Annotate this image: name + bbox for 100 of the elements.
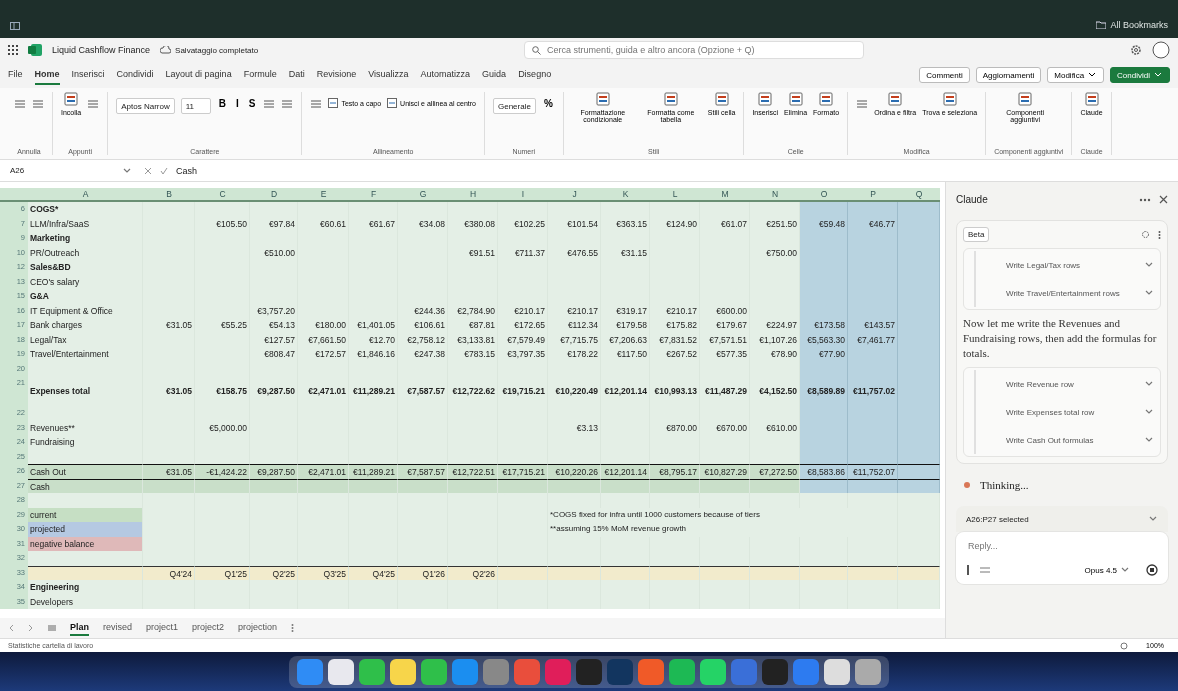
table-cell[interactable]: €19,715.21 xyxy=(498,376,548,406)
table-cell[interactable]: €31.05 xyxy=(143,318,195,334)
column-header[interactable]: E xyxy=(298,188,349,202)
column-header[interactable]: O xyxy=(800,188,848,202)
table-cell[interactable]: €12,201.14 xyxy=(601,464,650,480)
column-header[interactable]: D xyxy=(250,188,298,202)
app-icon[interactable] xyxy=(824,658,850,685)
app-icon[interactable] xyxy=(700,658,726,685)
format-button[interactable]: I xyxy=(233,98,241,109)
settings-icon[interactable] xyxy=(1130,44,1142,56)
column-header[interactable]: M xyxy=(700,188,750,202)
table-cell[interactable]: COGS* xyxy=(28,202,143,218)
column-header[interactable]: J xyxy=(548,188,601,202)
lines-icon[interactable] xyxy=(281,98,294,110)
check-icon[interactable] xyxy=(160,166,168,175)
menu-tab[interactable]: Home xyxy=(34,65,60,85)
table-cell[interactable]: €7,587.57 xyxy=(398,376,448,406)
column-header[interactable]: G xyxy=(398,188,448,202)
table-cell[interactable]: Travel/Entertainment xyxy=(28,347,143,363)
sheet-tab[interactable]: projection xyxy=(238,620,278,636)
table-cell[interactable]: €8,795.17 xyxy=(650,464,700,480)
column-header[interactable]: K xyxy=(601,188,650,202)
table-cell[interactable]: projected xyxy=(28,522,143,537)
table-cell[interactable]: €158.75 xyxy=(195,376,250,406)
lines-icon[interactable] xyxy=(310,98,323,110)
name-box[interactable]: A26 xyxy=(6,162,136,179)
more-icon[interactable] xyxy=(291,623,295,633)
sheet-tab[interactable]: Plan xyxy=(70,620,89,636)
menu-tab[interactable]: Guida xyxy=(482,65,507,85)
menu-tab[interactable]: File xyxy=(8,65,23,85)
table-cell[interactable]: €55.25 xyxy=(195,318,250,334)
table-cell[interactable]: €179.67 xyxy=(700,318,750,334)
table-cell[interactable]: €11,752.07 xyxy=(848,464,898,480)
sheet-tab[interactable]: project1 xyxy=(146,620,179,636)
column-header[interactable]: P xyxy=(848,188,898,202)
table-cell[interactable]: Fundraising xyxy=(28,435,143,450)
formula-value[interactable]: Cash xyxy=(176,165,197,176)
app-icon[interactable] xyxy=(359,658,385,685)
menu-tab[interactable]: Revisione xyxy=(316,65,357,85)
model-dropdown[interactable]: Opus 4.5 xyxy=(1078,564,1136,576)
table-cell[interactable]: €4,152.50 xyxy=(750,376,800,406)
toolbar-button[interactable]: Commenti xyxy=(919,67,970,83)
table-cell[interactable]: -€1,424.22 xyxy=(195,464,250,480)
table-cell[interactable]: €9,287.50 xyxy=(250,464,298,480)
cancel-icon[interactable] xyxy=(144,166,152,175)
table-cell[interactable]: €9,287.50 xyxy=(250,376,298,406)
column-header[interactable]: A xyxy=(28,188,143,202)
table-cell[interactable]: €112.34 xyxy=(548,318,601,334)
table-cell[interactable]: €2,471.01 xyxy=(298,464,349,480)
column-header[interactable]: L xyxy=(650,188,700,202)
sheet-tab[interactable]: revised xyxy=(103,620,133,636)
table-cell[interactable]: €17,715.21 xyxy=(498,464,548,480)
table-cell[interactable]: G&A xyxy=(28,289,143,305)
sheet-tab[interactable]: project2 xyxy=(192,620,225,636)
table-cell[interactable]: Cash Out xyxy=(28,464,143,480)
table-cell[interactable]: €78.90 xyxy=(750,347,800,363)
table-cell[interactable]: €2,471.01 xyxy=(298,376,349,406)
menu-tab[interactable]: Layout di pagina xyxy=(165,65,232,85)
app-icon[interactable] xyxy=(669,658,695,685)
table-cell[interactable]: €173.58 xyxy=(800,318,848,334)
table-cell[interactable]: €87.81 xyxy=(448,318,498,334)
table-cell[interactable] xyxy=(898,464,940,480)
reply-field[interactable]: Reply... Opus 4.5 xyxy=(956,532,1168,584)
table-cell[interactable]: €31.05 xyxy=(143,376,195,406)
table-cell[interactable]: €11,757.02 xyxy=(848,376,898,406)
table-cell[interactable]: €577.35 xyxy=(700,347,750,363)
menu-tab[interactable]: Formule xyxy=(243,65,277,85)
more-icon[interactable] xyxy=(1158,229,1161,240)
column-header[interactable]: B xyxy=(143,188,195,202)
format-button[interactable]: B xyxy=(216,98,228,109)
table-cell[interactable]: €267.52 xyxy=(650,347,700,363)
step-item[interactable]: Write Legal/Tax rows xyxy=(974,251,1154,279)
table-cell[interactable]: €172.57 xyxy=(298,347,349,363)
table-cell[interactable]: €11,487.29 xyxy=(700,376,750,406)
table-cell[interactable]: €106.61 xyxy=(398,318,448,334)
table-cell[interactable]: €1,401.05 xyxy=(349,318,398,334)
sidebar-icon[interactable] xyxy=(10,22,20,30)
table-cell[interactable]: €175.82 xyxy=(650,318,700,334)
table-cell[interactable]: €12,722.51 xyxy=(448,464,498,480)
table-cell[interactable]: €179.58 xyxy=(601,318,650,334)
lines-icon[interactable] xyxy=(856,98,869,110)
format-button[interactable]: % xyxy=(541,98,555,109)
selection-bar[interactable]: A26:P27 selected xyxy=(956,506,1168,532)
table-cell[interactable]: €1,846.16 xyxy=(349,347,398,363)
close-icon[interactable] xyxy=(1159,195,1168,204)
format-button[interactable]: S xyxy=(246,98,258,109)
table-cell[interactable]: €224.97 xyxy=(750,318,800,334)
dropdown-field[interactable]: Aptos Narrow xyxy=(116,98,175,114)
table-cell[interactable] xyxy=(800,202,848,218)
table-cell[interactable]: €180.00 xyxy=(298,318,349,334)
table-cell[interactable]: €172.65 xyxy=(498,318,548,334)
more-icon[interactable] xyxy=(1139,197,1151,202)
column-header[interactable]: Q xyxy=(898,188,940,202)
app-icon[interactable] xyxy=(855,658,881,685)
toolbar-button[interactable]: Aggiornamenti xyxy=(975,67,1042,83)
lines-icon[interactable] xyxy=(32,98,44,110)
table-cell[interactable]: €8,583.86 xyxy=(800,464,848,480)
app-launcher-icon[interactable] xyxy=(8,45,18,55)
toolbar-button[interactable]: Condividi xyxy=(1110,67,1170,83)
column-header[interactable]: H xyxy=(448,188,498,202)
